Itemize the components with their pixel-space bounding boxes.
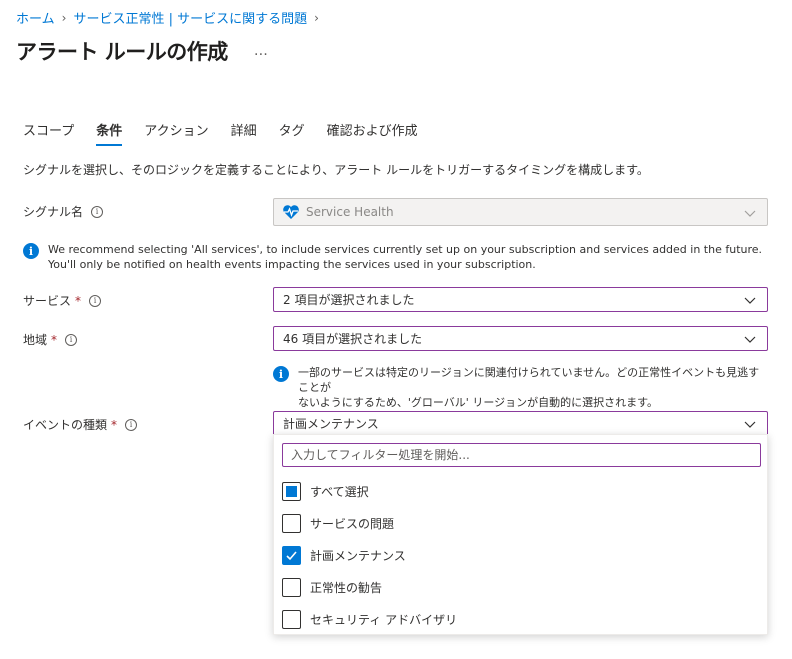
checkbox-checked-icon[interactable]: [282, 546, 301, 565]
title-row: アラート ルールの作成 …: [16, 36, 269, 66]
option-label: すべて選択: [310, 485, 369, 499]
info-icon[interactable]: i: [91, 205, 104, 218]
tab-scope[interactable]: スコープ: [23, 120, 74, 145]
services-info-line1: We recommend selecting 'All services', t…: [48, 243, 763, 256]
services-value: 2 項目が選択されました: [283, 293, 415, 307]
chevron-down-icon: [744, 336, 756, 343]
services-label: サービス: [23, 294, 72, 308]
services-select[interactable]: 2 項目が選択されました: [273, 287, 768, 312]
option-security-advisory[interactable]: セキュリティ アドバイザリ: [282, 610, 457, 629]
page-title: アラート ルールの作成: [16, 40, 228, 64]
event-type-dropdown: すべて選択 サービスの問題 計画メンテナンス 正常性の勧告 セキュリティ アドバ…: [273, 434, 768, 635]
region-info-line2: ないようにするため、'グローバル' リージョンが自動的に選択されます。: [298, 396, 659, 409]
condition-description: シグナルを選択し、そのロジックを定義することにより、アラート ルールをトリガーす…: [23, 163, 649, 177]
filter-input[interactable]: [282, 443, 761, 467]
option-service-issue[interactable]: サービスの問題: [282, 514, 394, 533]
chevron-down-icon: [744, 297, 756, 304]
signal-label-row: シグナル名 i: [23, 203, 104, 220]
chevron-down-icon: [744, 210, 756, 217]
checkbox-icon[interactable]: [282, 578, 301, 597]
info-icon: i: [273, 366, 289, 382]
services-label-row: サービス * i: [23, 292, 102, 309]
option-label: セキュリティ アドバイザリ: [310, 613, 458, 627]
info-icon[interactable]: i: [65, 333, 78, 346]
breadcrumb: ホーム › サービス正常性 | サービスに関する問題 ›: [16, 8, 326, 28]
event-type-label: イベントの種類: [23, 418, 108, 432]
required-marker: *: [111, 417, 118, 432]
breadcrumb-section-link[interactable]: サービス正常性 | サービスに関する問題: [73, 8, 307, 27]
checkmark-icon: [286, 551, 297, 561]
tab-review-create[interactable]: 確認および作成: [327, 120, 418, 145]
event-type-value: 計画メンテナンス: [283, 417, 379, 431]
info-icon[interactable]: i: [125, 418, 138, 431]
required-marker: *: [51, 332, 58, 347]
tab-tags[interactable]: タグ: [279, 120, 305, 145]
services-info-banner: i We recommend selecting 'All services',…: [23, 242, 783, 272]
signal-label: シグナル名: [23, 205, 84, 219]
info-icon: i: [23, 243, 39, 259]
option-planned-maintenance[interactable]: 計画メンテナンス: [282, 546, 406, 565]
heart-pulse-icon: [283, 205, 299, 219]
option-select-all[interactable]: すべて選択: [282, 482, 369, 501]
signal-value: Service Health: [306, 205, 394, 219]
chevron-right-icon: ›: [61, 10, 67, 25]
checkbox-icon[interactable]: [282, 514, 301, 533]
checkbox-partial-icon[interactable]: [282, 482, 301, 501]
region-info-line1: 一部のサービスは特定のリージョンに関連付けられていません。どの正常性イベントも見…: [298, 366, 760, 394]
chevron-right-icon: ›: [314, 10, 319, 25]
option-label: 計画メンテナンス: [310, 549, 406, 563]
chevron-down-icon: [744, 421, 756, 428]
tab-details[interactable]: 詳細: [231, 120, 257, 145]
region-label: 地域: [23, 333, 48, 347]
region-select[interactable]: 46 項目が選択されました: [273, 326, 768, 351]
checkbox-icon[interactable]: [282, 610, 301, 629]
tab-bar: スコープ 条件 アクション 詳細 タグ 確認および作成: [23, 120, 440, 146]
tab-condition[interactable]: 条件: [96, 120, 123, 146]
option-label: 正常性の勧告: [310, 581, 383, 595]
tab-actions[interactable]: アクション: [144, 120, 208, 145]
region-label-row: 地域 * i: [23, 331, 78, 348]
services-info-line2: You'll only be notified on health events…: [48, 258, 536, 271]
breadcrumb-home-link[interactable]: ホーム: [16, 8, 55, 27]
more-options-button[interactable]: …: [254, 43, 269, 59]
required-marker: *: [75, 293, 82, 308]
event-type-label-row: イベントの種類 * i: [23, 416, 138, 433]
signal-select: Service Health: [273, 198, 768, 226]
region-info-banner: i 一部のサービスは特定のリージョンに関連付けられていません。どの正常性イベント…: [273, 365, 768, 410]
event-type-select[interactable]: 計画メンテナンス: [273, 411, 768, 436]
option-label: サービスの問題: [310, 517, 395, 531]
region-value: 46 項目が選択されました: [283, 332, 423, 346]
option-health-advisory[interactable]: 正常性の勧告: [282, 578, 382, 597]
info-icon[interactable]: i: [89, 294, 102, 307]
